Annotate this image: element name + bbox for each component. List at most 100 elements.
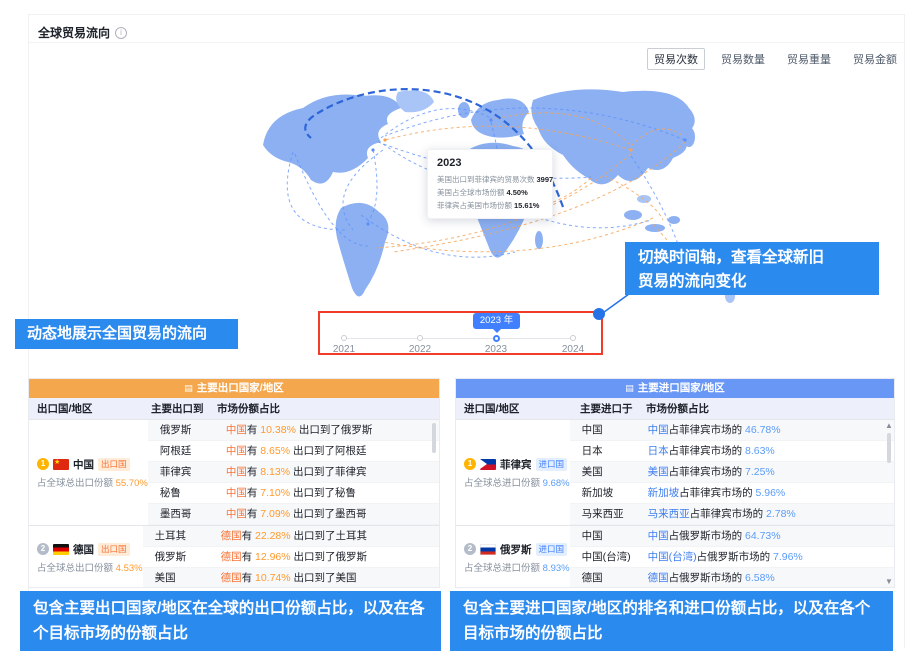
actor-link[interactable]: 中国: [648, 530, 669, 542]
country-line: 1中国出口国: [37, 457, 148, 472]
rank-2-badge: 2: [37, 543, 49, 555]
table-row[interactable]: 马来西亚马来西亚占菲律宾市场的 2.78%: [570, 504, 894, 525]
actor-link[interactable]: 德国: [221, 572, 242, 584]
callout-timeline-note: 切换时间轴，查看全球新旧 贸易的流向变化: [625, 242, 879, 295]
table-group: 2俄罗斯进口国占全球总进口份额 8.93%中国中国占俄罗斯市场的 64.73%中…: [456, 525, 894, 588]
tab-trade-count[interactable]: 贸易次数: [647, 48, 705, 70]
page-title-text: 全球贸易流向: [38, 24, 110, 41]
table-row[interactable]: 土耳其德国有 22.28% 出口到了土耳其: [143, 526, 439, 547]
share-label: 占全球总出口份额: [37, 478, 116, 489]
dest-cell: 德国: [570, 568, 636, 588]
table-row[interactable]: 俄罗斯中国有 10.38% 出口到了俄罗斯: [148, 420, 439, 441]
table-row[interactable]: 秘鲁中国有 7.10% 出口到了秘鲁: [148, 483, 439, 504]
timeline-dot-2023[interactable]: [493, 335, 500, 342]
share-cell: 马来西亚占菲律宾市场的 2.78%: [636, 504, 894, 524]
country-name[interactable]: 菲律宾: [500, 457, 532, 472]
table-row[interactable]: 新加坡新加坡占菲律宾市场的 5.96%: [570, 483, 894, 504]
timeline-dot-2022[interactable]: [417, 335, 423, 341]
country-cell: 1中国出口国占全球总出口份额 55.70%: [29, 420, 148, 525]
tooltip-year: 2023: [437, 157, 544, 169]
country-name[interactable]: 俄罗斯: [500, 542, 532, 557]
flag-ru-icon: [480, 544, 496, 555]
tab-trade-amount[interactable]: 贸易金额: [847, 49, 903, 69]
country-name[interactable]: 中国: [73, 457, 94, 472]
uk-shape: [458, 102, 470, 118]
actor-link[interactable]: 中国(台湾): [648, 551, 697, 563]
actor-link[interactable]: 德国: [221, 530, 242, 542]
dest-cell: 俄罗斯: [143, 547, 209, 567]
dest-cell: 土耳其: [143, 526, 209, 546]
table-row[interactable]: 俄罗斯德国有 12.96% 出口到了俄罗斯: [143, 547, 439, 568]
timeline-dot-2021[interactable]: [341, 335, 347, 341]
timeline-dot-2024[interactable]: [570, 335, 576, 341]
info-icon[interactable]: i: [115, 27, 127, 39]
actor-link[interactable]: 马来西亚: [648, 508, 690, 520]
country-cell: 2俄罗斯进口国占全球总进口份额 8.93%: [456, 526, 570, 588]
pct-value: 64.73%: [745, 530, 781, 542]
dest-cell: 秘鲁: [148, 483, 214, 503]
tab-trade-weight[interactable]: 贸易重量: [781, 49, 837, 69]
table-row[interactable]: 美国德国有 10.74% 出口到了美国: [143, 568, 439, 588]
table-row[interactable]: 德国德国占俄罗斯市场的 6.58%: [570, 568, 894, 588]
actor-link[interactable]: 美国: [648, 466, 669, 478]
actor-link[interactable]: 中国: [226, 445, 247, 457]
dest-cell: 中国(台湾): [570, 547, 636, 567]
flag-de-icon: [53, 544, 69, 555]
export-table-banner: ▤主要出口国家/地区: [29, 379, 439, 398]
table-row[interactable]: 中国中国占俄罗斯市场的 64.73%: [570, 526, 894, 547]
import-scrollbar-thumb[interactable]: [887, 433, 891, 463]
share-cell: 中国有 7.09% 出口到了墨西哥: [214, 504, 439, 524]
annotation-connector-dot: [593, 308, 605, 320]
pct-value: 7.96%: [773, 551, 803, 563]
actor-link[interactable]: 中国: [226, 487, 247, 499]
country-name[interactable]: 德国: [73, 542, 94, 557]
tooltip-row: 菲律宾占美国市场份额15.61%: [437, 199, 544, 212]
share-cell: 中国(台湾)占俄罗斯市场的 7.96%: [636, 547, 894, 567]
actor-link[interactable]: 日本: [648, 445, 669, 457]
flag-banner-icon: ▤: [625, 383, 634, 393]
pct-value: 7.25%: [745, 466, 775, 478]
pct-value: 8.13%: [260, 466, 290, 478]
dest-cell: 美国: [570, 462, 636, 482]
table-row[interactable]: 中国(台湾)中国(台湾)占俄罗斯市场的 7.96%: [570, 547, 894, 568]
table-row[interactable]: 阿根廷中国有 8.65% 出口到了阿根廷: [148, 441, 439, 462]
country-cell: 1菲律宾进口国占全球总进口份额 9.68%: [456, 420, 570, 525]
export-table-header: 出口国/地区 主要出口到 市场份额占比: [29, 398, 439, 420]
table-row[interactable]: 日本日本占菲律宾市场的 8.63%: [570, 441, 894, 462]
timeline-year-label: 2023: [476, 344, 516, 355]
dest-cell: 俄罗斯: [148, 420, 214, 440]
export-scrollbar-thumb[interactable]: [432, 423, 436, 453]
table-row[interactable]: 中国中国占菲律宾市场的 46.78%: [570, 420, 894, 441]
col-import-country: 进口国/地区: [456, 398, 568, 419]
table-row[interactable]: 美国美国占菲律宾市场的 7.25%: [570, 462, 894, 483]
table-group: 1中国出口国占全球总出口份额 55.70%俄罗斯中国有 10.38% 出口到了俄…: [29, 420, 439, 525]
timeline-track[interactable]: [344, 338, 573, 339]
actor-link[interactable]: 新加坡: [648, 487, 680, 499]
actor-link[interactable]: 中国: [226, 466, 247, 478]
scroll-down-icon[interactable]: ▼: [885, 578, 893, 586]
actor-link[interactable]: 中国: [226, 508, 247, 520]
tooltip-row: 美国占全球市场份额4.50%: [437, 186, 544, 199]
scroll-up-icon[interactable]: ▲: [885, 422, 893, 430]
sea-island-2: [645, 224, 665, 232]
actor-link[interactable]: 中国: [226, 424, 247, 436]
pct-value: 7.10%: [260, 487, 290, 499]
actor-link[interactable]: 中国: [648, 424, 669, 436]
sea-island-3: [668, 216, 680, 224]
table-row[interactable]: 墨西哥中国有 7.09% 出口到了墨西哥: [148, 504, 439, 525]
share-cell: 中国有 8.13% 出口到了菲律宾: [214, 462, 439, 482]
greenland-shape: [396, 90, 434, 112]
country-role-tag: 进口国: [536, 458, 568, 471]
col-import-source: 主要进口于: [568, 398, 634, 419]
pct-value: 22.28%: [255, 530, 291, 542]
table-group: 2德国出口国占全球总出口份额 4.53%土耳其德国有 22.28% 出口到了土耳…: [29, 525, 439, 588]
pct-value: 8.63%: [745, 445, 775, 457]
share-cell: 德国有 12.96% 出口到了俄罗斯: [209, 547, 439, 567]
madagascar-shape: [535, 231, 543, 249]
tab-trade-quantity[interactable]: 贸易数量: [715, 49, 771, 69]
metric-tabs: 贸易次数 贸易数量 贸易重量 贸易金额: [647, 48, 903, 70]
actor-link[interactable]: 德国: [221, 551, 242, 563]
share-value: 55.70%: [116, 478, 148, 489]
table-row[interactable]: 菲律宾中国有 8.13% 出口到了菲律宾: [148, 462, 439, 483]
actor-link[interactable]: 德国: [648, 572, 669, 584]
